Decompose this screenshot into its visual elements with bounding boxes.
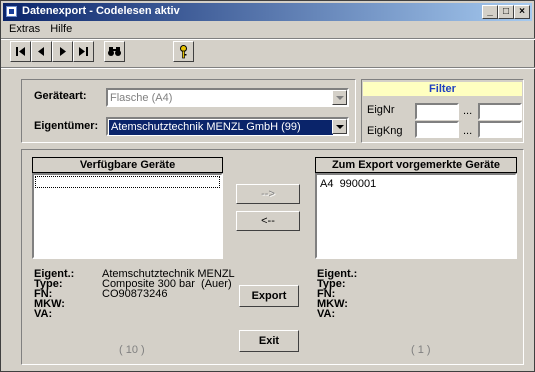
last-icon xyxy=(79,47,88,56)
title-bar[interactable]: Datenexport - Codelesen aktiv _ □ × xyxy=(3,3,532,21)
eigentuemer-label: Eigentümer: xyxy=(34,120,99,132)
list-item[interactable]: A4 990001 xyxy=(320,178,376,190)
menu-extras[interactable]: Extras xyxy=(3,22,44,35)
eignr-range-sep: ... xyxy=(463,105,473,117)
export-devices-header: Zum Export vorgemerkte Geräte xyxy=(315,157,517,173)
first-icon xyxy=(16,47,25,56)
prev-record-button[interactable] xyxy=(31,41,52,62)
eigkng-to-input[interactable] xyxy=(478,121,522,138)
window-title: Datenexport - Codelesen aktiv xyxy=(22,5,180,17)
menu-bar: Extras Hilfe xyxy=(3,22,76,38)
eigkng-range-sep: ... xyxy=(463,125,473,137)
key-icon xyxy=(180,45,187,59)
eignr-label: EigNr xyxy=(367,104,395,116)
menu-separator xyxy=(1,38,535,40)
eigentuemer-value: Atemschutztechnik MENZL GmbH (99) xyxy=(109,120,333,135)
detail-label-va: VA: xyxy=(34,308,53,320)
available-count: ( 10 ) xyxy=(119,344,145,356)
detail-value-fn: CO90873246 xyxy=(102,288,168,300)
first-record-button[interactable] xyxy=(10,41,31,62)
maximize-button[interactable]: □ xyxy=(498,5,514,19)
next-record-button[interactable] xyxy=(52,41,73,62)
list-item[interactable] xyxy=(35,176,220,188)
geraeteart-select: Flasche (A4) xyxy=(106,88,349,107)
available-devices-header: Verfügbare Geräte xyxy=(32,157,223,173)
remove-from-export-button[interactable]: <-- xyxy=(236,211,300,231)
toolbar-separator xyxy=(1,67,535,69)
right-details-labels: Eigent.: Type: FN: MKW: VA: xyxy=(317,269,357,320)
menu-hilfe[interactable]: Hilfe xyxy=(44,22,76,35)
close-button[interactable]: × xyxy=(514,5,530,19)
minimize-button[interactable]: _ xyxy=(482,5,498,19)
export-devices-list[interactable]: A4 990001 xyxy=(315,173,517,259)
left-details-labels: Eigent.: Type: FN: MKW: VA: xyxy=(34,269,74,320)
eignr-to-input[interactable] xyxy=(478,103,522,120)
eignr-from-input[interactable] xyxy=(415,103,459,120)
last-record-button[interactable] xyxy=(73,41,94,62)
binoculars-icon xyxy=(108,47,121,56)
key-button[interactable] xyxy=(173,41,194,62)
eigkng-from-input[interactable] xyxy=(415,121,459,138)
chevron-down-icon xyxy=(332,90,347,105)
prev-icon xyxy=(38,47,44,56)
geraeteart-label: Geräteart: xyxy=(34,90,87,102)
eigkng-label: EigKng xyxy=(367,125,403,137)
chevron-down-icon[interactable] xyxy=(332,119,347,134)
filter-title: Filter xyxy=(363,82,522,96)
main-window: Datenexport - Codelesen aktiv _ □ × Extr… xyxy=(0,0,535,372)
next-icon xyxy=(60,47,66,56)
export-button[interactable]: Export xyxy=(239,285,299,307)
geraeteart-value: Flasche (A4) xyxy=(110,92,173,104)
add-to-export-button[interactable]: --> xyxy=(236,184,300,204)
search-button[interactable] xyxy=(104,41,125,62)
detail-label-va: VA: xyxy=(317,308,336,320)
export-count: ( 1 ) xyxy=(411,344,431,356)
left-details-values: Atemschutztechnik MENZL Composite 300 ba… xyxy=(102,269,235,300)
available-devices-list[interactable] xyxy=(32,173,223,259)
eigentuemer-select[interactable]: Atemschutztechnik MENZL GmbH (99) xyxy=(106,117,349,136)
exit-button[interactable]: Exit xyxy=(239,330,299,352)
app-icon xyxy=(6,6,17,17)
